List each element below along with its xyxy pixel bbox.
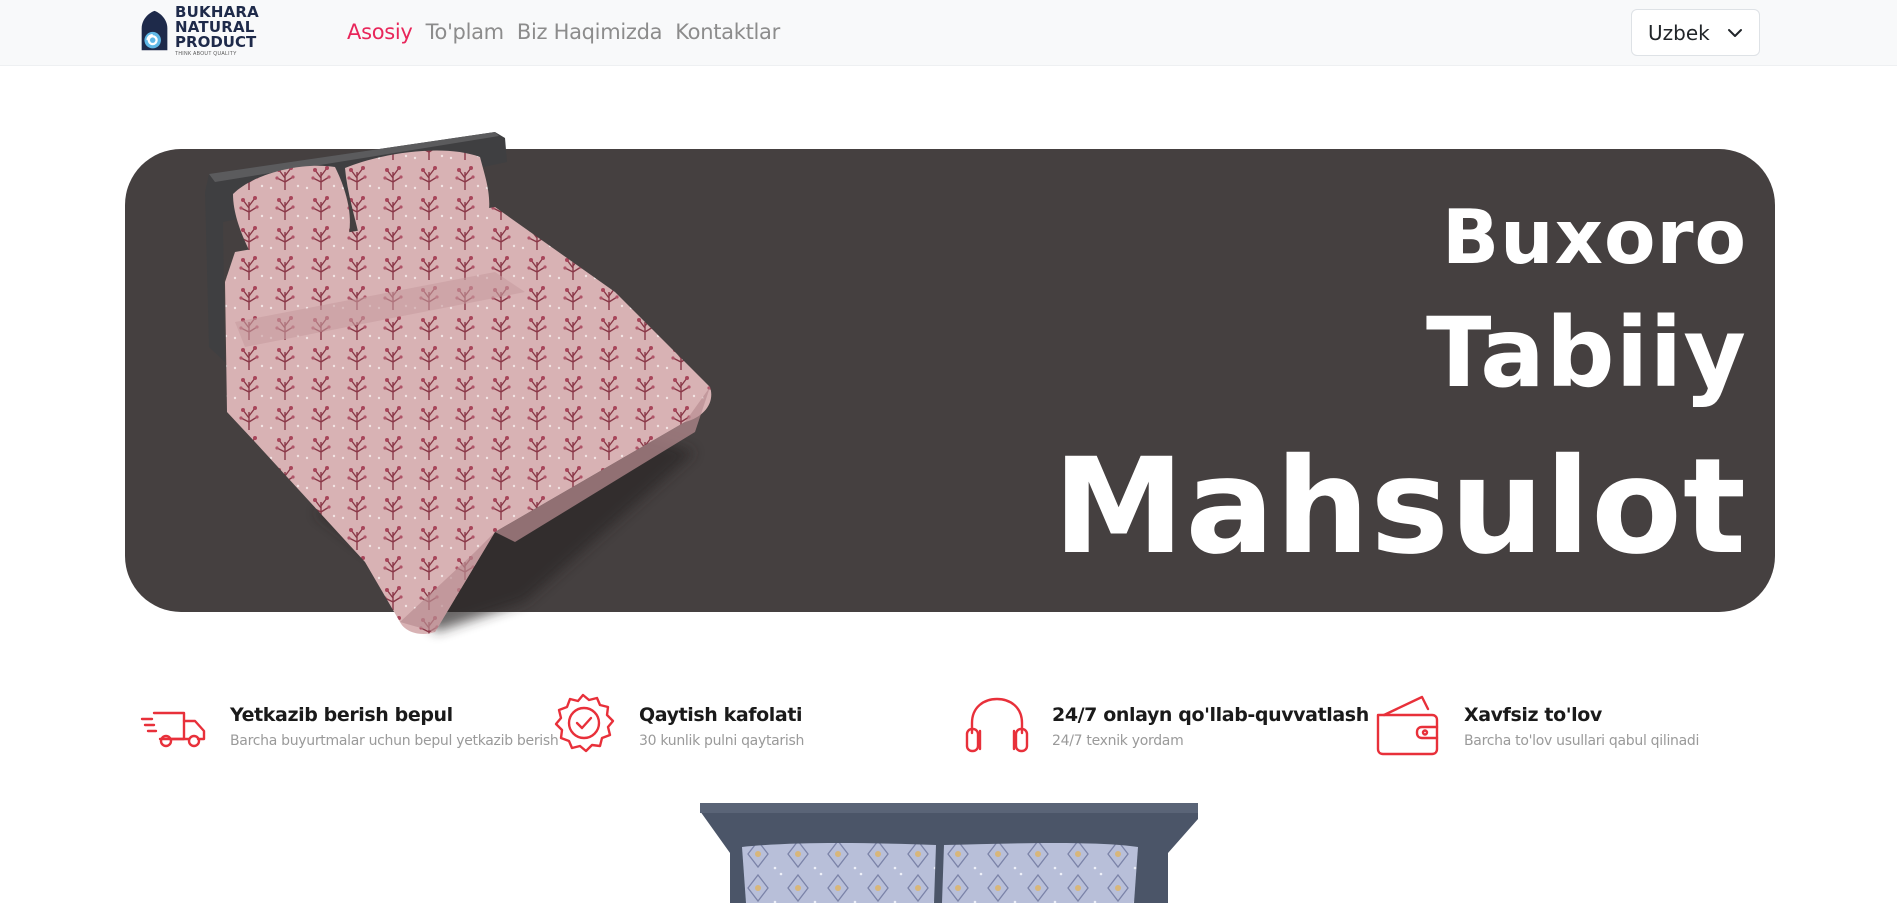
chevron-down-icon — [1728, 29, 1742, 37]
hero-title-line1: Buxoro — [1442, 193, 1747, 281]
hero-title-line3: Mahsulot — [1053, 430, 1747, 584]
brand-name-line2: PRODUCT — [175, 33, 257, 51]
language-select-value: Uzbek — [1648, 20, 1710, 45]
brand-logo-icon — [141, 10, 168, 51]
wallet-icon — [1376, 695, 1439, 756]
feature-title: Yetkazib berish bepul — [230, 704, 453, 726]
nav-link-home[interactable]: Asosiy — [347, 20, 413, 44]
feature-subtitle: 30 kunlik pulni qaytarish — [639, 733, 805, 749]
hero-bed-image — [205, 132, 712, 634]
delivery-truck-icon — [140, 711, 206, 748]
navbar: BUKHARA NATURAL PRODUCT THINK ABOUT QUAL… — [0, 0, 1897, 66]
feature-online-support: 24/7 onlayn qo'llab-quvvatlash 24/7 texn… — [962, 693, 1369, 759]
language-select[interactable]: Uzbek — [1631, 9, 1760, 56]
feature-return-guarantee: Qaytish kafolati 30 kunlik pulni qaytari… — [549, 693, 804, 759]
feature-secure-payment: Xavfsiz to'lov Barcha to'lov usullari qa… — [1374, 693, 1699, 759]
hero-title-line2: Tabiiy — [1426, 297, 1747, 409]
brand-text: BUKHARA NATURAL PRODUCT THINK ABOUT QUAL… — [175, 5, 330, 57]
headphones-icon — [965, 697, 1029, 753]
brand-name-line1: BUKHARA NATURAL — [175, 3, 259, 36]
nav-link-contacts[interactable]: Kontaktlar — [675, 20, 780, 44]
feature-subtitle: 24/7 texnik yordam — [1052, 733, 1184, 749]
quality-badge-icon — [554, 693, 615, 753]
nav-link-about[interactable]: Biz Haqimizda — [517, 20, 663, 44]
feature-free-delivery: Yetkazib berish bepul Barcha buyurtmalar… — [140, 693, 559, 759]
feature-subtitle: Barcha buyurtmalar uchun bepul yetkazib … — [230, 733, 559, 749]
feature-title: 24/7 onlayn qo'llab-quvvatlash — [1052, 704, 1369, 726]
brand-logo[interactable]: BUKHARA NATURAL PRODUCT THINK ABOUT QUAL… — [138, 5, 330, 57]
brand-tagline: THINK ABOUT QUALITY — [175, 51, 237, 57]
feature-subtitle: Barcha to'lov usullari qabul qilinadi — [1464, 733, 1700, 749]
product-bed-image — [700, 803, 1198, 903]
feature-title: Xavfsiz to'lov — [1464, 704, 1602, 726]
nav-link-collection[interactable]: To'plam — [426, 20, 505, 44]
feature-title: Qaytish kafolati — [639, 704, 803, 726]
main-nav: Asosiy To'plam Biz Haqimizda Kontaktlar — [347, 20, 780, 44]
